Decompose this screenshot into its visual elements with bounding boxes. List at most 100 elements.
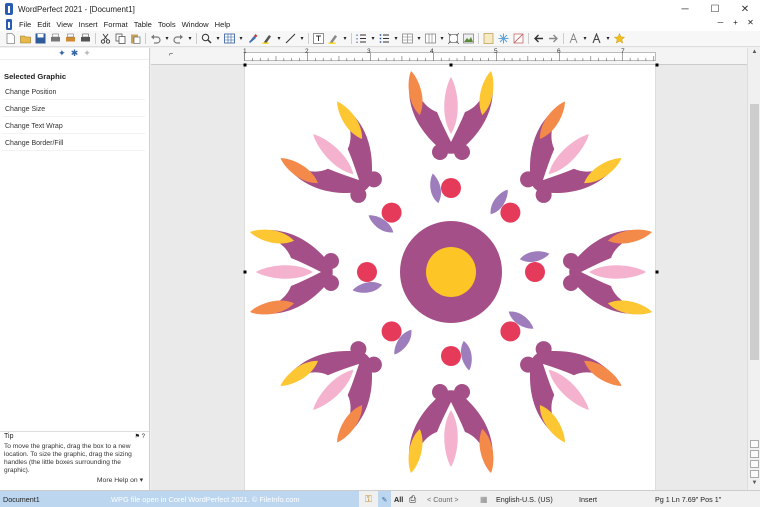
page-icon[interactable]: [750, 460, 759, 468]
text-highlight-dropdown-icon[interactable]: ▾: [343, 33, 348, 45]
undo-icon[interactable]: [150, 33, 162, 45]
back-icon[interactable]: [533, 33, 545, 45]
snowflake-icon[interactable]: [498, 33, 510, 45]
text-style-icon[interactable]: [568, 33, 580, 45]
ruler[interactable]: ⌐ 1 2 3 4 5 6 7: [151, 48, 747, 65]
textbox-icon[interactable]: [313, 33, 325, 45]
red-dot: [381, 202, 402, 223]
forward-icon[interactable]: [548, 33, 560, 45]
print-status-icon[interactable]: ⎙: [409, 491, 416, 507]
mandala-graphic[interactable]: [243, 63, 659, 490]
star-icon[interactable]: [614, 33, 626, 45]
brush-icon[interactable]: [247, 33, 259, 45]
menu-insert[interactable]: Insert: [76, 20, 101, 29]
copy-icon[interactable]: [115, 33, 127, 45]
grid-icon[interactable]: [425, 33, 437, 45]
zoom-dropdown-icon[interactable]: ▾: [216, 33, 221, 45]
doc-minimize-button[interactable]: ─: [713, 18, 728, 27]
print-setup-icon[interactable]: [80, 33, 92, 45]
print-preview-icon[interactable]: [65, 33, 77, 45]
tulip-petal: [444, 410, 458, 467]
browse-icon[interactable]: [750, 450, 759, 458]
maximize-button[interactable]: ☐: [700, 0, 730, 18]
font-effects-icon[interactable]: [591, 33, 603, 45]
scroll-down-icon[interactable]: ▼: [748, 480, 760, 490]
notes-icon[interactable]: [483, 33, 495, 45]
status-bar: Document1 .WPG file open in Corel WordPe…: [0, 490, 760, 507]
menu-window[interactable]: Window: [179, 20, 212, 29]
hide-icon[interactable]: [513, 33, 525, 45]
line-icon[interactable]: [285, 33, 297, 45]
change-position-link[interactable]: Change Position: [2, 85, 145, 100]
numbering-dropdown-icon[interactable]: ▾: [371, 33, 376, 45]
minimize-button[interactable]: ─: [670, 0, 700, 18]
property-bar-panel: ✦ ✱ ✦ Selected Graphic Change Position C…: [0, 48, 150, 490]
change-size-link[interactable]: Change Size: [2, 102, 145, 117]
bullets-dropdown-icon[interactable]: ▾: [394, 33, 399, 45]
doc-restore-button[interactable]: +: [728, 18, 743, 27]
menu-help[interactable]: Help: [212, 20, 234, 29]
menu-table[interactable]: Table: [131, 20, 155, 29]
table-dropdown-icon[interactable]: ▾: [239, 33, 244, 45]
table-icon[interactable]: [224, 33, 236, 45]
tab-set-icon[interactable]: ⌐: [169, 51, 173, 58]
menu-file[interactable]: File: [16, 20, 34, 29]
change-border-fill-link[interactable]: Change Border/Fill: [2, 136, 145, 151]
doc-close-button[interactable]: ✕: [743, 18, 758, 27]
cut-icon[interactable]: [100, 33, 112, 45]
menu-tools[interactable]: Tools: [155, 20, 179, 29]
new-icon[interactable]: [5, 33, 17, 45]
numbering-icon[interactable]: [356, 33, 368, 45]
line-dropdown-icon[interactable]: ▾: [300, 33, 305, 45]
close-button[interactable]: ✕: [730, 0, 760, 18]
back-arrow-icon[interactable]: ✦: [58, 48, 66, 59]
columns-icon[interactable]: [402, 33, 414, 45]
tulip-curl: [432, 384, 448, 400]
fit-page-icon[interactable]: [448, 33, 460, 45]
highlight-dropdown-icon[interactable]: ▾: [277, 33, 282, 45]
all-label[interactable]: All: [394, 491, 403, 507]
document-icon[interactable]: [4, 19, 14, 30]
home-icon[interactable]: ✱: [71, 48, 79, 59]
open-icon[interactable]: [20, 33, 32, 45]
menu-edit[interactable]: Edit: [34, 20, 53, 29]
more-help-button[interactable]: More Help on ▾: [97, 476, 143, 484]
change-text-wrap-link[interactable]: Change Text Wrap: [2, 119, 145, 134]
paste-icon[interactable]: [130, 33, 142, 45]
toolbar: ▾ ▾ ▾ ▾ ▾ ▾ ▾ ▾ ▾ ▾ ▾ ▾ ▾: [0, 31, 760, 47]
image-icon[interactable]: [463, 33, 475, 45]
count-field[interactable]: < Count >: [427, 491, 459, 507]
text-style-dropdown-icon[interactable]: ▾: [583, 33, 588, 45]
zoom-icon[interactable]: [201, 33, 213, 45]
save-icon[interactable]: [35, 33, 47, 45]
scroll-thumb[interactable]: [750, 104, 759, 360]
lock-icon[interactable]: ⚿: [365, 491, 372, 507]
language-field[interactable]: English-U.S. (US): [496, 491, 553, 507]
highlight-icon[interactable]: [262, 33, 274, 45]
tip-pin-icon[interactable]: ⚑ ?: [135, 433, 145, 440]
forward-arrow-icon[interactable]: ✦: [83, 48, 91, 59]
document-page[interactable]: [243, 63, 659, 490]
redo-icon[interactable]: [173, 33, 185, 45]
edit-icon[interactable]: ✎: [378, 491, 391, 507]
grid-dropdown-icon[interactable]: ▾: [440, 33, 445, 45]
columns-dropdown-icon[interactable]: ▾: [417, 33, 422, 45]
scroll-up-icon[interactable]: ▲: [748, 49, 760, 59]
scroll-down-page-icon[interactable]: [750, 470, 759, 478]
print-icon[interactable]: [50, 33, 62, 45]
font-effects-dropdown-icon[interactable]: ▾: [606, 33, 611, 45]
bullets-icon[interactable]: [379, 33, 391, 45]
insert-mode-field[interactable]: Insert: [579, 491, 597, 507]
text-highlight-icon[interactable]: [328, 33, 340, 45]
position-field[interactable]: Pg 1 Ln 7.69" Pos 1": [655, 491, 721, 507]
scroll-up-page-icon[interactable]: [750, 440, 759, 448]
redo-dropdown-icon[interactable]: ▾: [188, 33, 193, 45]
outer-petal: [539, 405, 565, 443]
document-tab[interactable]: Document1: [0, 491, 107, 507]
language-icon[interactable]: ▦: [480, 491, 488, 507]
toolbar-separator: [478, 33, 479, 44]
menu-format[interactable]: Format: [101, 20, 131, 29]
vertical-scrollbar[interactable]: ▲ ▼: [747, 48, 760, 490]
menu-view[interactable]: View: [53, 20, 75, 29]
undo-dropdown-icon[interactable]: ▾: [165, 33, 170, 45]
